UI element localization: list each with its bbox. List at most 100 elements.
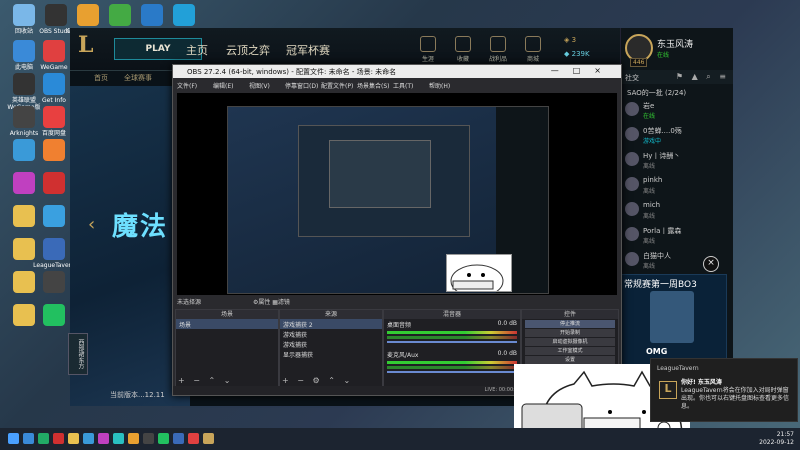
friend-avatar [625, 227, 639, 241]
friend-item[interactable]: mich 离线 [625, 200, 733, 222]
banner-title: 魔法 [112, 212, 169, 242]
nav-loot[interactable]: 战利品 [485, 36, 511, 63]
nav-clash[interactable]: 冠军杯赛 [286, 42, 330, 58]
obs-menu-item[interactable]: 帮助(H) [429, 81, 450, 90]
taskbar-app-icon[interactable] [173, 433, 184, 444]
friend-name: mich [643, 201, 661, 209]
control-button[interactable]: 停止推流 [525, 320, 615, 328]
notification-toast[interactable]: LeagueTavern L 你好! 东玉风涛 LeagueTavern将会在你… [650, 358, 798, 422]
nav-home[interactable]: 主页 [186, 42, 208, 58]
obs-menu-item[interactable]: 视图(V) [249, 81, 270, 90]
league-tavern-icon: L [659, 381, 677, 399]
source-item[interactable]: 显示器捕获 [280, 349, 382, 359]
taskbar-app-icon[interactable] [38, 433, 49, 444]
volume-meter [387, 336, 517, 339]
my-status[interactable]: 在线 [657, 50, 669, 59]
obs-menu-item[interactable]: 工具(T) [393, 81, 413, 90]
taskbar-app-icon[interactable] [158, 433, 169, 444]
source-toolbar[interactable]: + − ⚙ ⌃ ⌄ [282, 376, 353, 385]
friend-status: 离线 [643, 163, 656, 170]
app-icon [43, 73, 65, 95]
app-icon [173, 4, 195, 26]
bongo-cat-overlay-small [446, 254, 512, 298]
nav-profile[interactable]: 生涯 [415, 36, 441, 63]
taskbar-app-icon[interactable] [83, 433, 94, 444]
taskbar-app-icon[interactable] [98, 433, 109, 444]
taskbar-app-icon[interactable] [203, 433, 214, 444]
volume-slider[interactable] [387, 371, 517, 373]
clock-time: 21:57 [776, 431, 794, 438]
social-toolbar-icons[interactable]: ⚑ ▲ ⌕ ≡ [676, 72, 729, 82]
nav-store-label: 商城 [526, 56, 539, 63]
loot-icon [490, 36, 506, 52]
taskbar-app-icon[interactable] [68, 433, 79, 444]
control-button[interactable]: 设置 [525, 356, 615, 364]
mixer-title: 混音器 [384, 310, 520, 319]
side-tab[interactable]: 西部裙东方 [68, 333, 88, 375]
friend-group-title[interactable]: SAO的一批 (2/24) [627, 88, 686, 98]
stream-title: 常规赛第一周BO3 [624, 280, 697, 290]
friend-item[interactable]: pinkh 离线 [625, 175, 733, 197]
mixer-channel-header: 麦克风/Aux 0.0 dB [384, 349, 520, 359]
taskbar-app-icon[interactable] [53, 433, 64, 444]
subnav-global[interactable]: 全球赛事 [124, 73, 152, 83]
sources-title: 来源 [280, 310, 382, 319]
taskbar-app-icon[interactable] [8, 433, 19, 444]
obs-menu-item[interactable]: 停靠窗口(D) [285, 81, 318, 90]
chevron-left-icon[interactable]: ‹ [88, 214, 95, 235]
taskbar-app-icon[interactable] [188, 433, 199, 444]
taskbar-app-icon[interactable] [143, 433, 154, 444]
scene-toolbar[interactable]: + − ⌃ ⌄ [178, 376, 233, 385]
volume-slider[interactable] [387, 341, 517, 343]
nav-collection-label: 收藏 [456, 56, 469, 63]
close-icon[interactable]: × [703, 256, 719, 272]
mixer-channel-db: 0.0 dB [497, 350, 517, 357]
source-props-buttons[interactable]: ⚙属性 ▦滤镜 [253, 299, 290, 306]
friend-item[interactable]: 岩e 在线 [625, 100, 733, 122]
league-logo-icon: L [78, 32, 94, 58]
obs-status-row: 未选择源 ⚙属性 ▦滤镜 [177, 297, 290, 306]
source-item[interactable]: 游戏捕获 [280, 329, 382, 339]
control-button[interactable]: 启动虚拟摄像机 [525, 338, 615, 346]
obs-title-bar[interactable]: OBS 27.2.4 (64-bit, windows) - 配置文件: 未命名… [173, 65, 621, 78]
nav-profile-label: 生涯 [421, 56, 434, 63]
store-icon [525, 36, 541, 52]
mixer-channel-name: 桌面音频 [387, 322, 412, 329]
scene-item[interactable]: 场景 [176, 319, 278, 329]
friend-item[interactable]: Hy丨诗酬丶 离线 [625, 150, 733, 172]
obs-menu-item[interactable]: 场景集合(S) [357, 81, 390, 90]
obs-menu-item[interactable]: 文件(F) [177, 81, 197, 90]
mixer-channel: 桌面音频 0.0 dB [384, 319, 520, 343]
control-button[interactable]: 工作室模式 [525, 347, 615, 355]
obs-preview[interactable] [177, 93, 617, 295]
mixer-dock: 混音器 桌面音频 0.0 dB 麦克风/Aux 0.0 dB [383, 309, 521, 387]
taskbar-app-icon[interactable] [128, 433, 139, 444]
friend-item[interactable]: 0苦蝉....0殇 游戏中 [625, 125, 733, 147]
friend-item[interactable]: Porla丨露森 离线 [625, 225, 733, 247]
nav-tft[interactable]: 云顶之弈 [226, 42, 270, 58]
obs-title: OBS 27.2.4 (64-bit, windows) - 配置文件: 未命名… [187, 68, 397, 76]
taskbar-clock[interactable]: 21:57 2022-09-12 [759, 431, 794, 447]
subnav-home[interactable]: 首页 [94, 73, 108, 83]
obs-menu-item[interactable]: 编辑(E) [213, 81, 233, 90]
window-controls[interactable]: —□× [551, 66, 615, 75]
obs-menu-item[interactable]: 配置文件(P) [321, 81, 353, 90]
nav-store[interactable]: 商城 [520, 36, 546, 63]
app-icon [13, 4, 35, 26]
app-icon [43, 205, 65, 227]
app-icon [43, 271, 65, 293]
currency-be: ◆ 239K [564, 50, 590, 58]
desktop-icon[interactable] [162, 4, 206, 28]
currency-rp-value: 3 [571, 36, 577, 44]
taskbar-app-icon[interactable] [23, 433, 34, 444]
source-item[interactable]: 游戏捕获 2 [280, 319, 382, 329]
esports-stream-card[interactable]: 常规赛第一周BO3 OMG [619, 274, 727, 366]
friend-name: 0苦蝉....0殇 [643, 127, 682, 135]
taskbar-app-icon[interactable] [113, 433, 124, 444]
nav-collection[interactable]: 收藏 [450, 36, 476, 63]
control-button[interactable]: 开始录制 [525, 329, 615, 337]
app-icon [43, 172, 65, 194]
nav-loot-label: 战利品 [488, 56, 507, 63]
mixer-channel-db: 0.0 dB [497, 320, 517, 327]
source-item[interactable]: 游戏捕获 [280, 339, 382, 349]
